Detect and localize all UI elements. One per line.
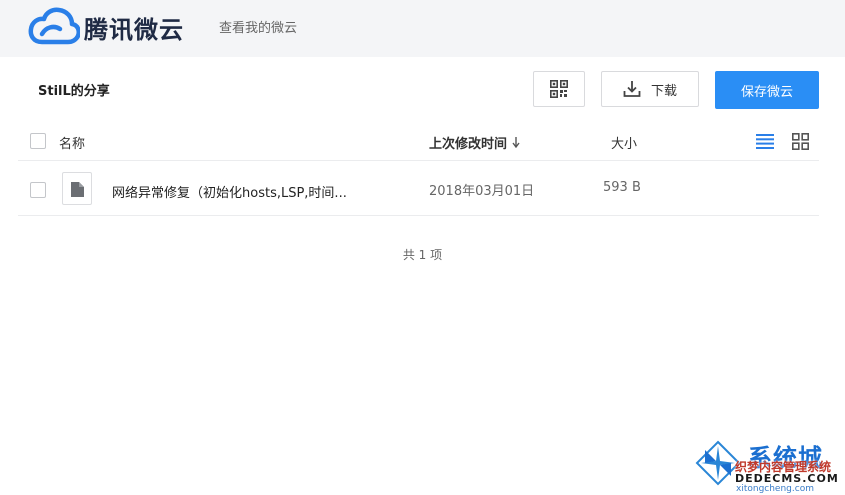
save-to-weiyun-button[interactable]: 保存微云 [715, 71, 819, 109]
row-checkbox[interactable] [30, 182, 46, 198]
select-all-checkbox[interactable] [30, 133, 46, 149]
list-view-icon[interactable] [756, 134, 774, 149]
sort-down-arrow-icon [512, 137, 520, 148]
watermark-site-domain: xitongcheng.com [736, 484, 814, 494]
total-count: 共 1 项 [402, 248, 443, 262]
share-title: StilL的分享 [38, 84, 110, 99]
file-icon [71, 182, 84, 197]
file-modified-date: 2018年03月01日 [429, 184, 535, 199]
column-header-size[interactable]: 大小 [611, 133, 637, 152]
column-header-modified-time-label: 上次修改时间 [429, 137, 508, 152]
download-icon [623, 81, 641, 97]
column-header-modified-time[interactable]: 上次修改时间 [429, 133, 520, 152]
grid-view-icon[interactable] [792, 133, 809, 150]
download-label: 下载 [650, 83, 677, 99]
download-button[interactable]: 下载 [601, 71, 699, 107]
table-header-divider [18, 160, 819, 161]
file-size: 593 B [603, 180, 641, 195]
qr-code-icon [550, 80, 568, 98]
weiyun-cloud-logo-icon[interactable] [28, 7, 80, 47]
top-bar: 腾讯微云 查看我的微云 [0, 0, 845, 57]
column-header-name[interactable]: 名称 [59, 133, 85, 152]
brand-name[interactable]: 腾讯微云 [84, 10, 184, 45]
table-row-divider [18, 215, 819, 216]
file-name[interactable]: 网络异常修复（初始化hosts,LSP,时间... [112, 182, 347, 201]
file-thumbnail [62, 172, 92, 205]
my-weiyun-link[interactable]: 查看我的微云 [219, 17, 297, 36]
qr-code-button[interactable] [533, 71, 585, 107]
